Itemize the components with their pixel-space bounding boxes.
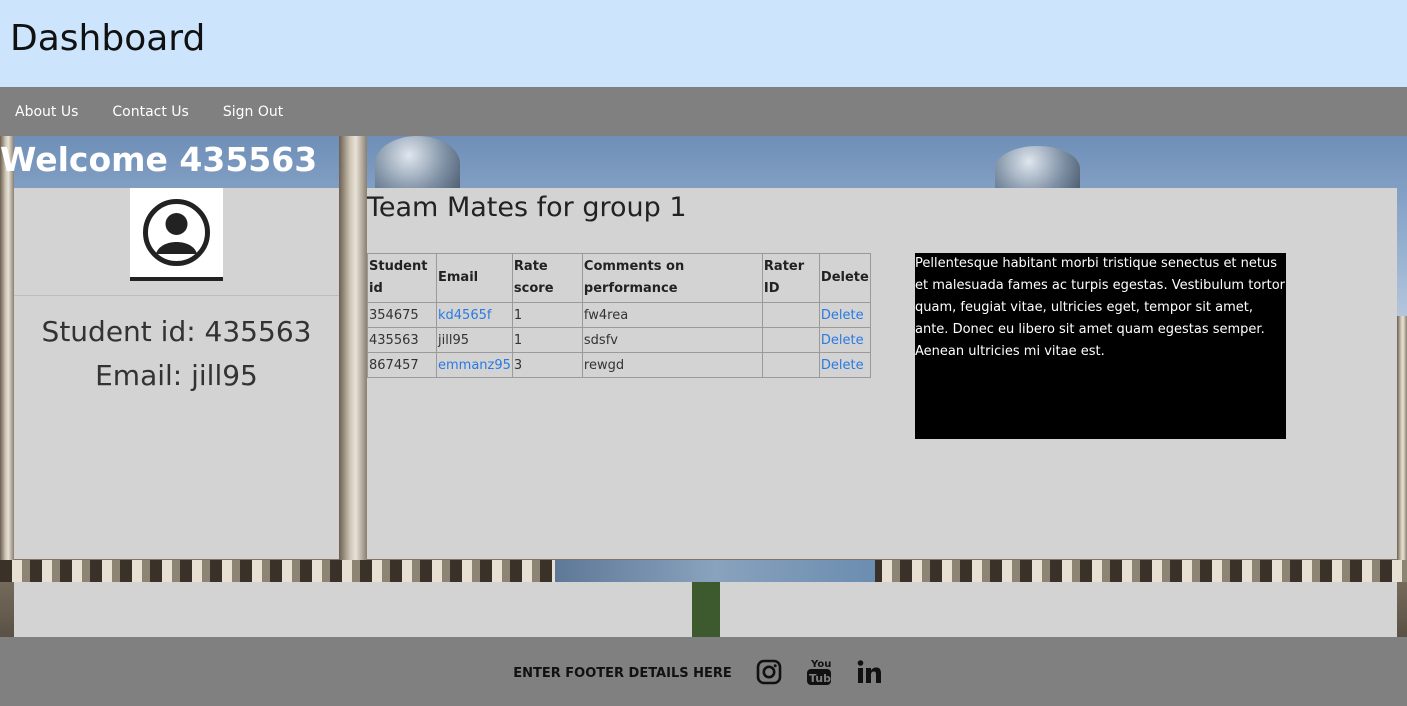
cell-rate: 1: [511, 327, 583, 353]
cell-email: jill95: [436, 327, 513, 353]
email-link[interactable]: kd4565f: [438, 308, 491, 323]
nav-contact-us[interactable]: Contact Us: [112, 104, 188, 120]
top-nav: About Us Contact Us Sign Out: [0, 87, 1407, 136]
col-header-delete: Delete: [818, 253, 871, 303]
col-header-rate-score: Rate score: [511, 253, 583, 303]
delete-link[interactable]: Delete: [821, 333, 864, 348]
cell-email: kd4565f: [436, 302, 513, 328]
nav-about-us[interactable]: About Us: [15, 104, 78, 120]
linkedin-icon[interactable]: [856, 659, 882, 685]
cell-comment: sdsfv: [581, 327, 763, 353]
col-header-student-id: Student id: [367, 253, 437, 303]
col-header-email: Email: [436, 253, 513, 303]
team-table: Student id Email Rate score Comments on …: [367, 253, 871, 378]
cell-comment: rewgd: [581, 352, 763, 378]
table-header-row: Student id Email Rate score Comments on …: [367, 253, 871, 303]
cell-student-id: 867457: [367, 352, 437, 378]
team-panel: Team Mates for group 1 Student id Email …: [367, 188, 1397, 559]
instagram-icon[interactable]: [756, 659, 782, 685]
avatar-caption-bar: [130, 277, 223, 281]
svg-text:Tube: Tube: [809, 672, 832, 685]
profile-student-id: Student id: 435563: [41, 315, 312, 348]
footer-text: ENTER FOOTER DETAILS HERE: [513, 666, 732, 681]
profile-card: Student id: 435563 Email: jill95: [14, 188, 339, 559]
divider: [14, 295, 339, 296]
table-row: 354675 kd4565f 1 fw4rea Delete: [367, 302, 871, 328]
col-header-comments: Comments on performance: [581, 253, 763, 303]
cell-rate: 3: [511, 352, 583, 378]
column: [1397, 316, 1407, 560]
cell-rater: [761, 352, 820, 378]
cell-email: emmanz95: [436, 352, 513, 378]
dome-right: [995, 146, 1080, 191]
info-box: Pellentesque habitant morbi tristique se…: [915, 253, 1286, 439]
cell-rate: 1: [511, 302, 583, 328]
table-row: 435563 jill95 1 sdsfv Delete: [367, 327, 871, 353]
profile-email: Email: jill95: [95, 359, 258, 392]
cell-comment: fw4rea: [581, 302, 763, 328]
page-footer: ENTER FOOTER DETAILS HERE You Tube: [0, 637, 1407, 706]
user-avatar-icon: [143, 199, 210, 266]
city-skyline: [555, 560, 875, 582]
cell-student-id: 354675: [367, 302, 437, 328]
cell-delete: Delete: [818, 352, 871, 378]
column: [339, 136, 367, 560]
page-title: Dashboard: [10, 18, 206, 59]
cell-student-id: 435563: [367, 327, 437, 353]
page-header: Dashboard: [0, 0, 1407, 87]
youtube-icon[interactable]: You Tube: [806, 657, 832, 687]
cell-rater: [761, 327, 820, 353]
table-row: 867457 emmanz95 3 rewgd Delete: [367, 352, 871, 378]
delete-link[interactable]: Delete: [821, 358, 864, 373]
column: [0, 136, 14, 560]
email-link[interactable]: emmanz95: [438, 358, 511, 373]
profile-info: Student id: 435563 Email: jill95: [14, 310, 339, 398]
cell-rater: [761, 302, 820, 328]
delete-link[interactable]: Delete: [821, 308, 864, 323]
avatar: [130, 188, 223, 281]
dome-left: [375, 136, 460, 191]
team-heading: Team Mates for group 1: [367, 192, 687, 223]
tree: [692, 582, 720, 637]
bottom-panel-right: [720, 582, 1397, 637]
nav-sign-out[interactable]: Sign Out: [223, 104, 283, 120]
bottom-panel-left: [14, 582, 692, 637]
welcome-heading: Welcome 435563: [0, 140, 318, 179]
cell-delete: Delete: [818, 327, 871, 353]
col-header-rater-id: Rater ID: [761, 253, 820, 303]
cell-delete: Delete: [818, 302, 871, 328]
svg-text:You: You: [810, 659, 831, 670]
